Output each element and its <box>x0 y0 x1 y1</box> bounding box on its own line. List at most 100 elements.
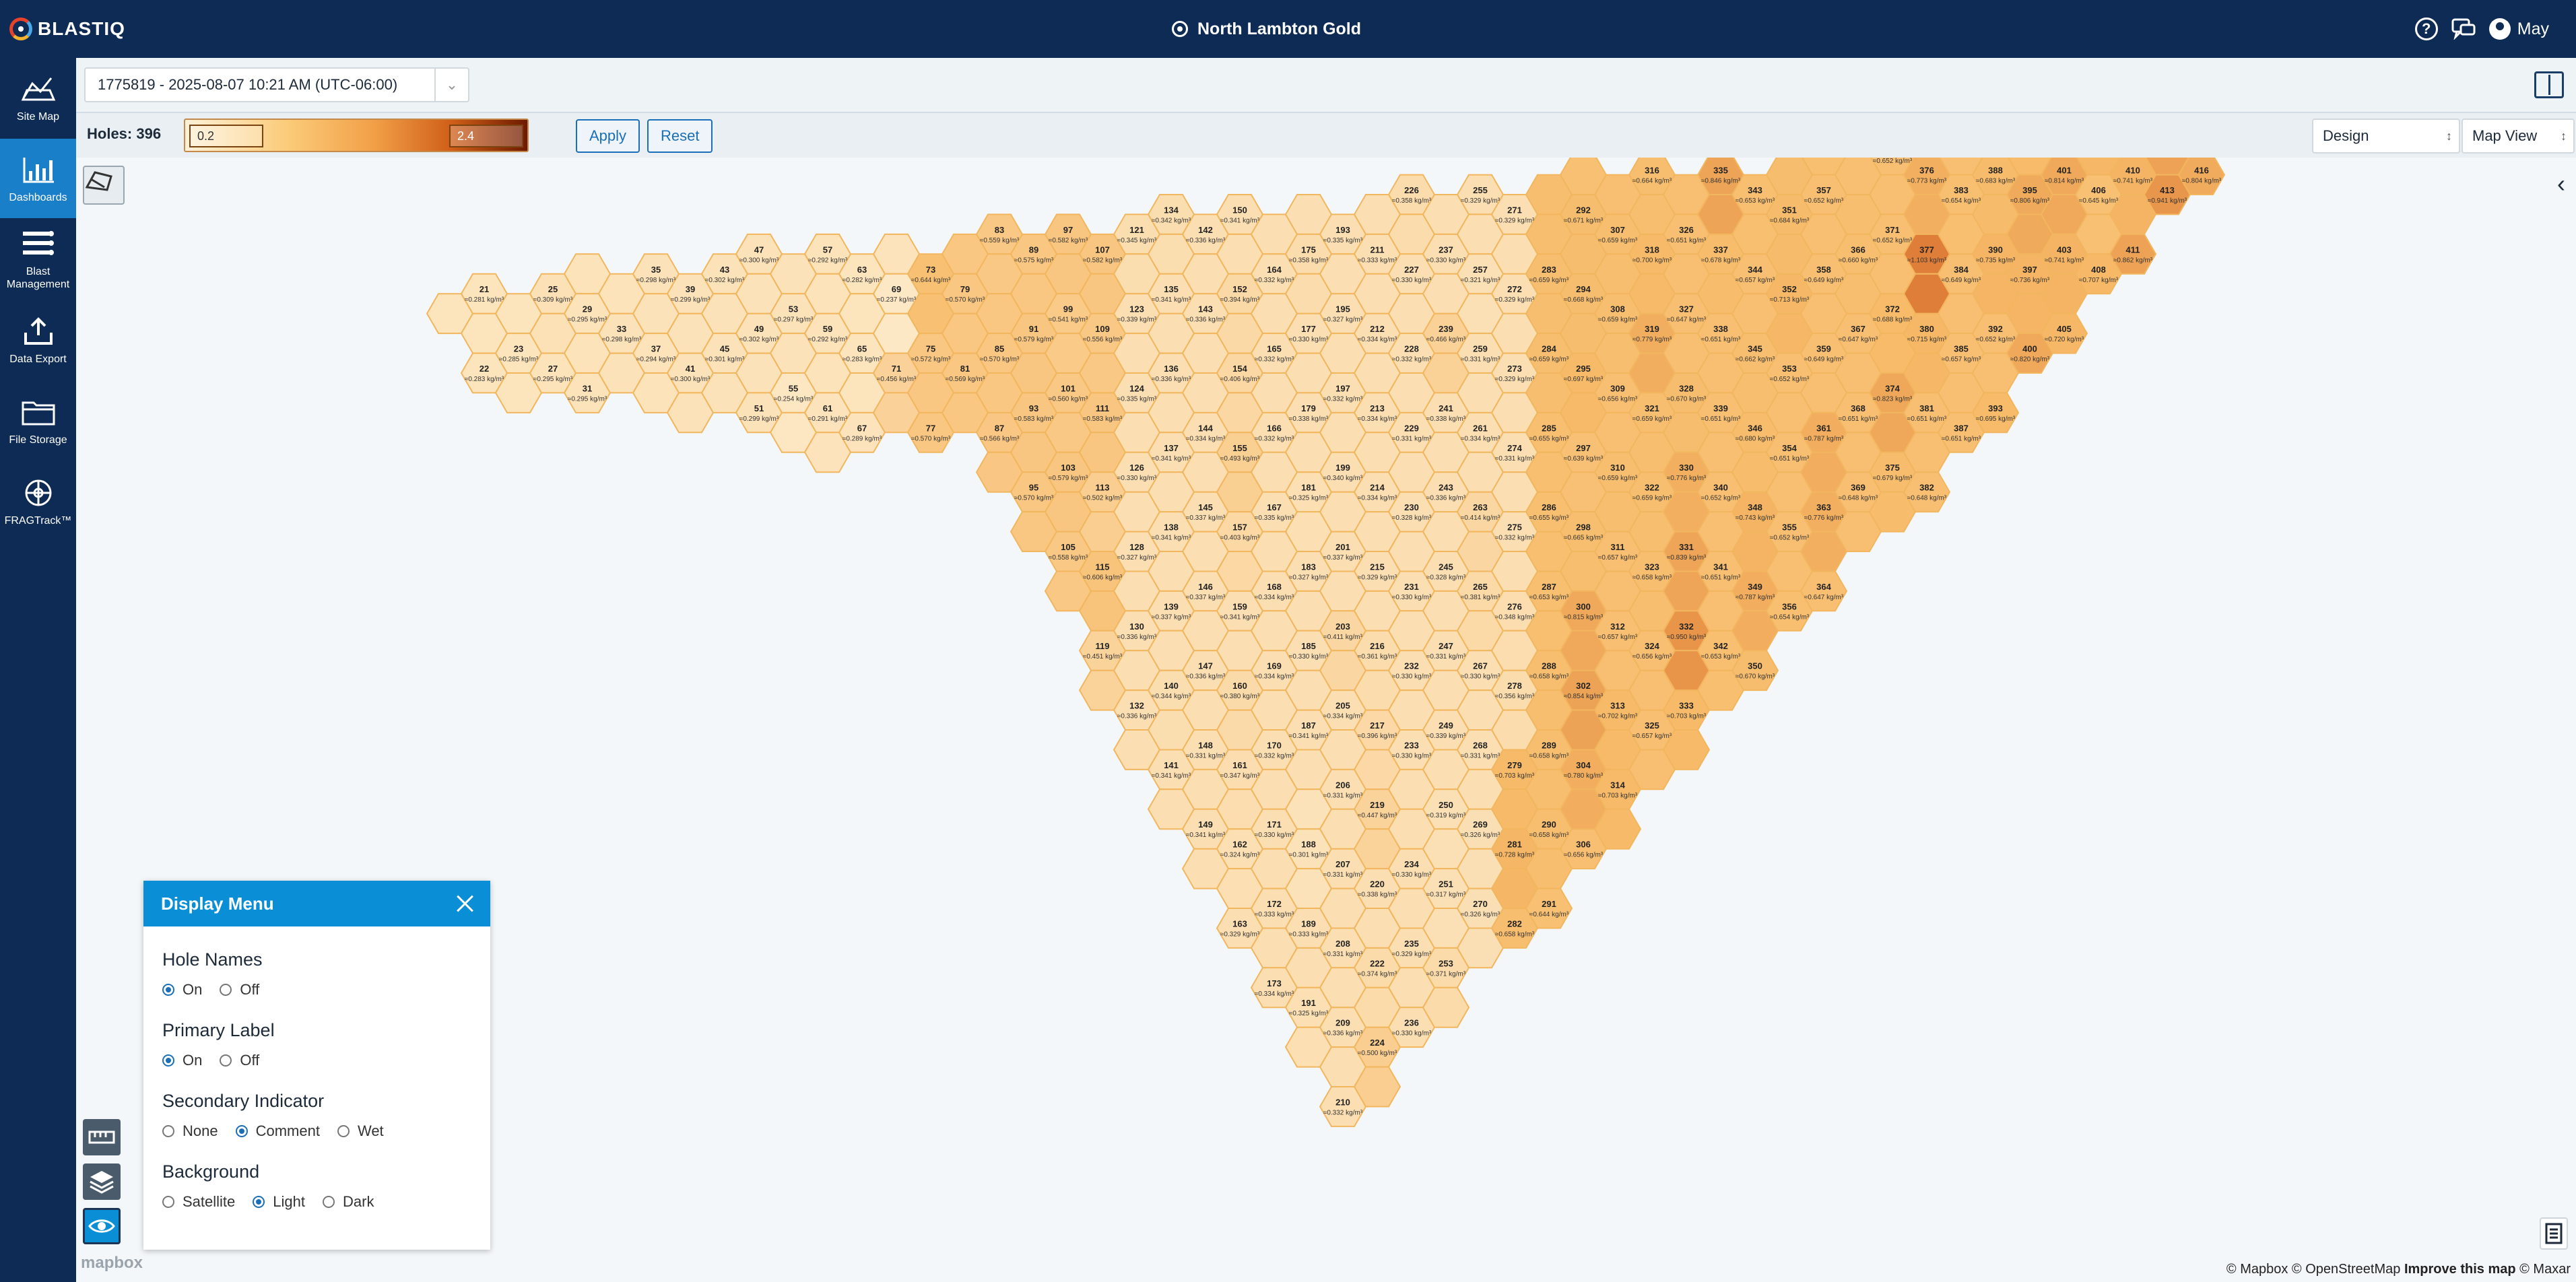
hole-name: 53 <box>789 304 798 314</box>
hole-name: 245 <box>1439 562 1453 572</box>
radio-button[interactable] <box>220 1054 232 1067</box>
design-dropdown[interactable]: Design <box>2312 119 2460 154</box>
hole-value: ≈0.651 kg/m³ <box>1701 415 1741 423</box>
hole-name: 251 <box>1439 879 1453 889</box>
close-icon[interactable] <box>454 893 475 914</box>
legend-button[interactable] <box>2540 1217 2568 1250</box>
attribution-text[interactable]: © Mapbox © OpenStreetMap <box>2226 1262 2401 1277</box>
hole-value: ≈0.658 kg/m³ <box>1529 673 1569 681</box>
hole-value: ≈0.331 kg/m³ <box>1461 356 1500 364</box>
view-dropdown[interactable]: Map View <box>2462 119 2575 154</box>
hole-value: ≈0.283 kg/m³ <box>465 376 504 383</box>
hole-name: 257 <box>1473 265 1488 275</box>
hole-name: 343 <box>1748 185 1762 195</box>
hole-name: 147 <box>1198 661 1213 671</box>
improve-map-link[interactable]: Improve this map <box>2404 1262 2516 1277</box>
radio-button[interactable] <box>253 1196 265 1208</box>
reset-button[interactable]: Reset <box>647 119 713 153</box>
radio-button[interactable] <box>337 1125 350 1137</box>
chat-icon[interactable] <box>2451 18 2476 40</box>
hole-name: 65 <box>857 344 867 354</box>
layers-button[interactable] <box>83 1163 121 1200</box>
hole-value: ≈0.713 kg/m³ <box>1770 296 1810 304</box>
mapbox-logo[interactable]: mapbox <box>81 1254 143 1273</box>
color-scale-slider[interactable]: 0.2 2.4 <box>184 119 529 152</box>
hole-name: 212 <box>1370 324 1385 334</box>
hole-value: ≈0.394 kg/m³ <box>1220 296 1260 304</box>
radio-option-on[interactable]: On <box>162 1052 202 1069</box>
maxar-attribution[interactable]: © Maxar <box>2519 1262 2571 1277</box>
hole-name: 328 <box>1679 383 1694 393</box>
draw-polygon-tool[interactable] <box>83 166 125 205</box>
sidebar-item-dashboards[interactable]: Dashboards <box>0 139 76 218</box>
help-icon[interactable]: ? <box>2414 18 2438 40</box>
site-selector[interactable]: North Lambton Gold <box>1172 16 1361 42</box>
radio-button[interactable] <box>162 984 174 996</box>
radio-option-off[interactable]: Off <box>220 1052 259 1069</box>
hole-name: 137 <box>1164 443 1179 453</box>
radio-button[interactable] <box>162 1196 174 1208</box>
collapse-panel-icon[interactable]: ‹ <box>2546 164 2576 203</box>
hole-name: 119 <box>1096 641 1110 651</box>
chevron-down-icon[interactable]: ⌄ <box>434 69 468 101</box>
radio-button[interactable] <box>235 1125 248 1137</box>
hole-value: ≈0.338 kg/m³ <box>1358 891 1397 899</box>
app-logo[interactable]: BLASTIQ <box>9 18 125 40</box>
hole-name: 168 <box>1267 582 1282 592</box>
radio-button[interactable] <box>162 1125 174 1137</box>
scale-min-input[interactable]: 0.2 <box>189 125 263 147</box>
hole-name: 201 <box>1335 542 1350 552</box>
sidebar-item-fragtrack[interactable]: FRAGTrack™ <box>0 462 76 541</box>
radio-option-off[interactable]: Off <box>220 981 259 999</box>
user-menu[interactable]: May <box>2488 18 2549 40</box>
hole-name: 401 <box>2057 166 2072 176</box>
hole-value: ≈0.743 kg/m³ <box>1736 514 1775 522</box>
radio-button[interactable] <box>323 1196 335 1208</box>
hole-name: 214 <box>1370 483 1385 493</box>
hole-value: ≈0.327 kg/m³ <box>1323 316 1363 324</box>
apply-button[interactable]: Apply <box>576 119 640 153</box>
hole-name: 229 <box>1404 423 1419 433</box>
hole-name: 233 <box>1404 740 1419 750</box>
hole-value: ≈0.339 kg/m³ <box>1117 316 1157 324</box>
sidebar-item-data-export[interactable]: Data Export <box>0 300 76 380</box>
hole-value: ≈0.325 kg/m³ <box>1289 1010 1329 1017</box>
hole-value: ≈0.325 kg/m³ <box>1289 495 1329 502</box>
hole-value: ≈0.335 kg/m³ <box>1255 514 1294 522</box>
hole-value: ≈0.728 kg/m³ <box>1495 852 1535 859</box>
hole-name: 298 <box>1576 522 1591 533</box>
hole-name: 352 <box>1782 284 1797 294</box>
hole-value: ≈0.559 kg/m³ <box>980 237 1020 244</box>
sidebar-item-site-map[interactable]: Site Map <box>0 58 76 137</box>
radio-option-dark[interactable]: Dark <box>323 1193 374 1211</box>
sidebar-item-blast-management[interactable]: Blast Management <box>0 220 76 299</box>
measure-button[interactable] <box>83 1119 121 1155</box>
radio-option-none[interactable]: None <box>162 1122 218 1140</box>
hole-name: 335 <box>1713 166 1728 176</box>
hole-name: 268 <box>1473 740 1488 750</box>
hole-value: ≈0.337 kg/m³ <box>1186 514 1226 522</box>
radio-option-wet[interactable]: Wet <box>337 1122 384 1140</box>
hole-value: ≈0.582 kg/m³ <box>1083 257 1123 264</box>
hole-value: ≈0.658 kg/m³ <box>1632 574 1672 581</box>
hole-value: ≈0.297 kg/m³ <box>774 316 814 324</box>
hole-label[interactable]: 370≈0.652 kg/m³ <box>1873 158 1913 165</box>
radio-option-comment[interactable]: Comment <box>235 1122 320 1140</box>
hole-value: ≈0.295 kg/m³ <box>568 316 607 324</box>
location-target-icon <box>1172 21 1188 37</box>
hole-name: 77 <box>926 423 935 433</box>
blast-selection-dropdown[interactable]: 1775819 - 2025-08-07 10:21 AM (UTC-06:00… <box>84 67 469 102</box>
display-group-title: Primary Label <box>162 1020 275 1040</box>
display-menu-button[interactable] <box>83 1208 121 1244</box>
radio-button[interactable] <box>220 984 232 996</box>
hole-value: ≈0.651 kg/m³ <box>1701 336 1741 343</box>
hole-name: 115 <box>1096 562 1110 572</box>
scale-max-input[interactable]: 2.4 <box>449 125 523 147</box>
hole-name: 284 <box>1542 344 1556 354</box>
radio-option-light[interactable]: Light <box>253 1193 305 1211</box>
radio-option-on[interactable]: On <box>162 981 202 999</box>
sidebar-item-file-storage[interactable]: File Storage <box>0 381 76 461</box>
book-icon[interactable] <box>2534 71 2564 98</box>
radio-option-satellite[interactable]: Satellite <box>162 1193 235 1211</box>
radio-button[interactable] <box>162 1054 174 1067</box>
